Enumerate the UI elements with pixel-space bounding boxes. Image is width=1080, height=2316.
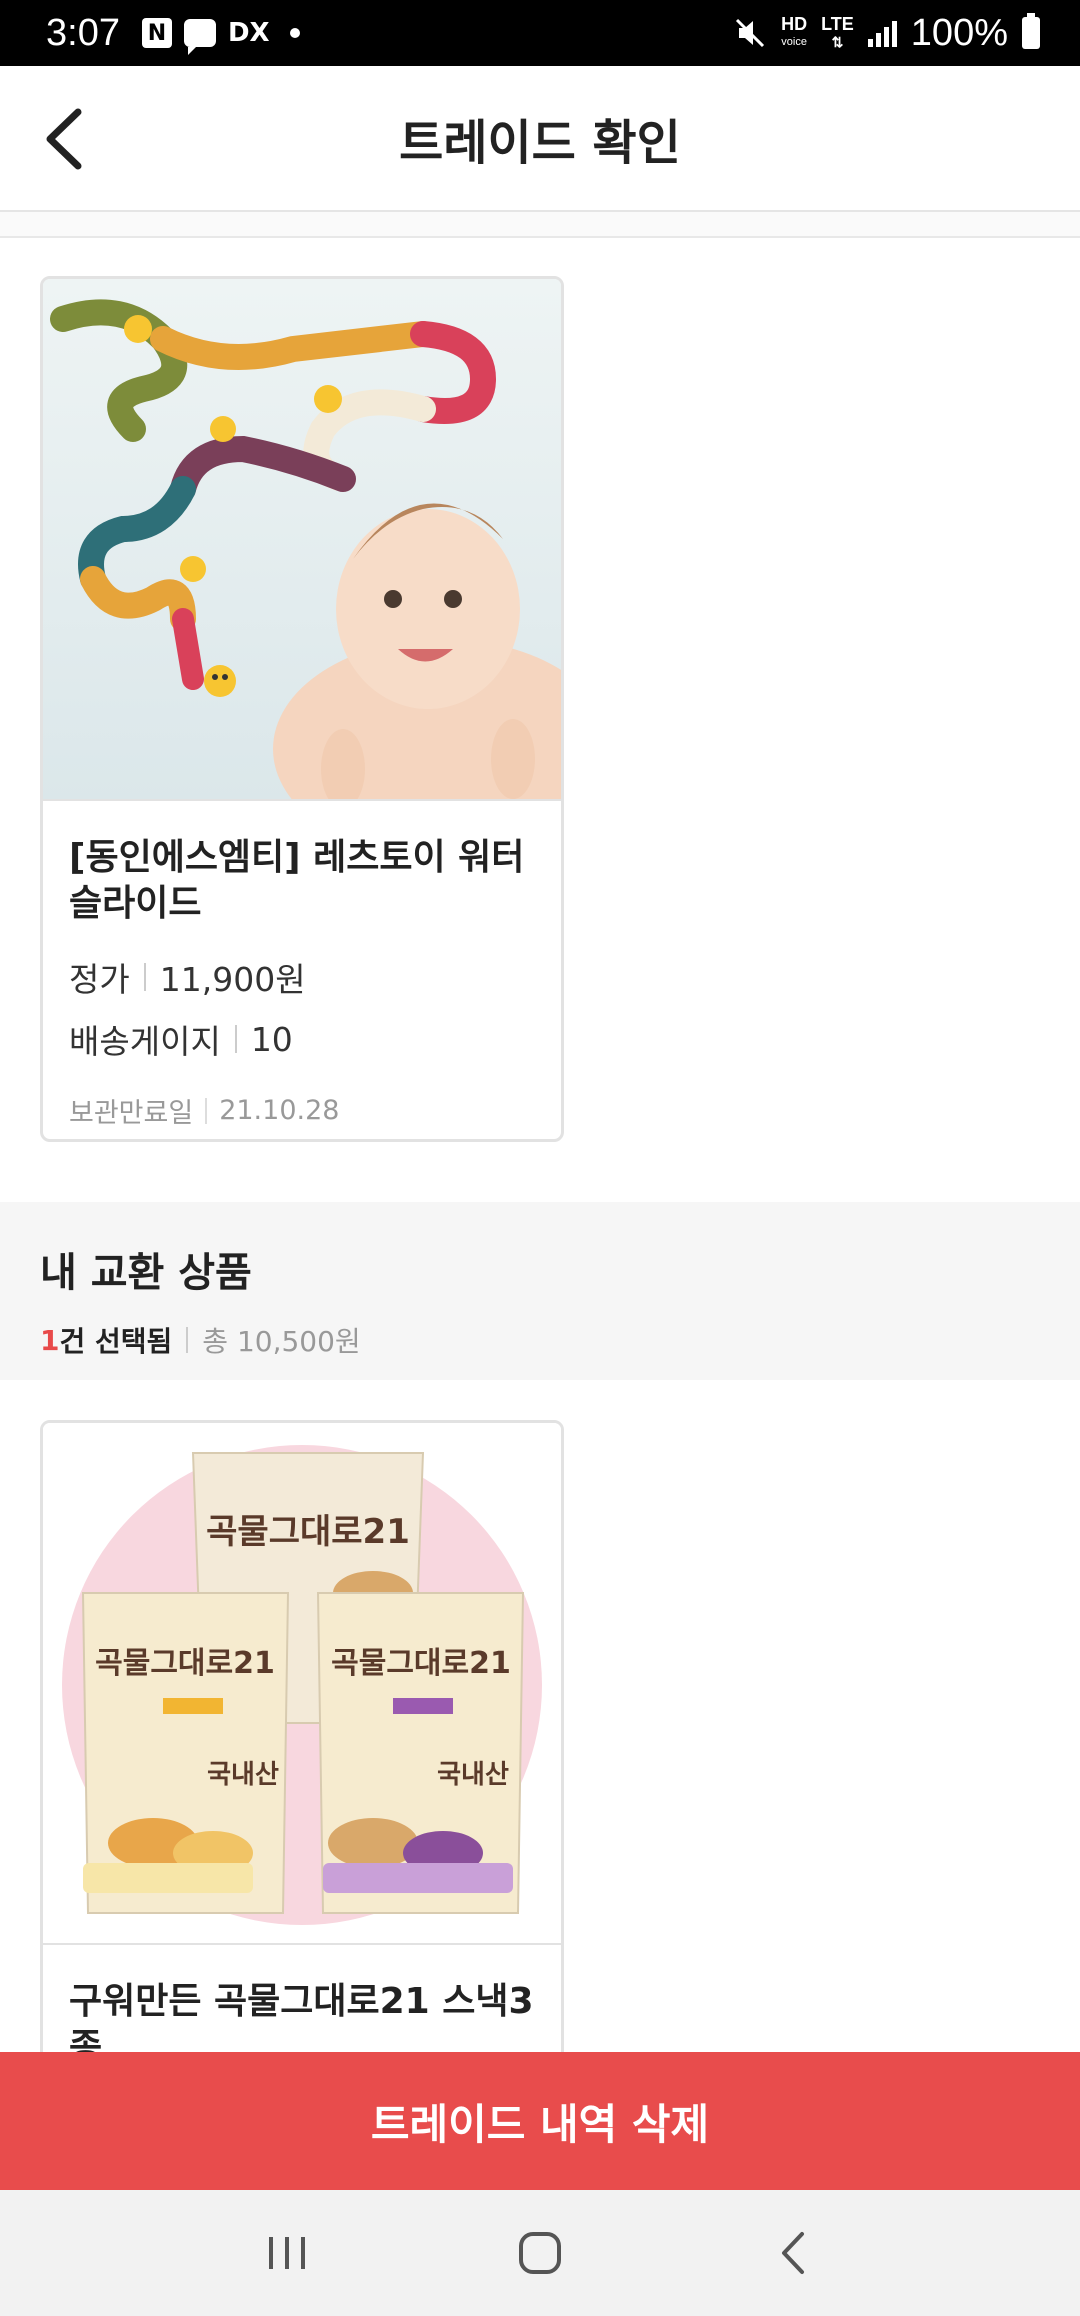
header-divider [0, 212, 1080, 238]
status-time: 3:07 [46, 11, 120, 54]
hd-label: HD [781, 14, 808, 34]
expiry-label: 보관만료일 [69, 1098, 194, 1129]
trade-product-card[interactable]: [동인에스엠티] 레츠토이 워터슬라이드 정가 11,900원 배송게이지 10… [40, 276, 564, 1142]
system-nav-bar [0, 2190, 1080, 2316]
my-exchange-section: 내 교환 상품 1 건 선택됨 총 10,500원 [0, 1202, 1080, 1380]
mute-icon [736, 18, 765, 48]
selection-summary: 1 건 선택됨 총 10,500원 [40, 1320, 1040, 1360]
more-notifications-dot-icon [289, 28, 300, 38]
price-label: 정가 [69, 960, 130, 999]
hd-voice-icon: HD voice [781, 15, 807, 51]
divider [234, 1025, 237, 1053]
product-image-grain-snack: 곡물그대로21 곡물그대로21 국내산 곡물그대로21 국내산 [43, 1423, 561, 1945]
divider [205, 1097, 208, 1124]
shipping-gauge-label: 배송게이지 [69, 1022, 221, 1061]
shipping-gauge-row: 배송게이지 10 [69, 1015, 535, 1063]
app-header: 트레이드 확인 [0, 66, 1080, 212]
svg-text:곡물그대로21: 곡물그대로21 [206, 1512, 410, 1552]
price-value: 11,900원 [159, 960, 306, 999]
expiry-row: 보관만료일 21.10.28 [69, 1091, 535, 1130]
divider [186, 1327, 189, 1353]
shipping-gauge-value: 10 [250, 1019, 293, 1059]
trade-product-details: [동인에스엠티] 레츠토이 워터슬라이드 정가 11,900원 배송게이지 10… [43, 801, 561, 1139]
home-icon [518, 2232, 561, 2274]
system-back-button[interactable] [748, 2208, 838, 2298]
naver-notification-icon: N [141, 18, 172, 48]
message-notification-icon [183, 19, 216, 55]
selected-total: 총 10,500원 [202, 1325, 361, 1358]
water-slide-illustration [43, 279, 561, 799]
recent-apps-button[interactable] [242, 2208, 332, 2298]
price-row: 정가 11,900원 [69, 953, 535, 1001]
lte-icon: LTE ⇅ [821, 15, 854, 51]
selected-label: 건 선택됨 [59, 1325, 173, 1358]
home-button[interactable] [495, 2208, 585, 2298]
divider [143, 963, 146, 991]
lte-arrows: ⇅ [831, 34, 844, 50]
product-image-water-slide [43, 279, 561, 801]
signal-icon [867, 19, 897, 47]
grain-snack-illustration: 곡물그대로21 곡물그대로21 국내산 곡물그대로21 국내산 [43, 1423, 561, 1943]
lte-label: LTE [821, 14, 854, 34]
svg-text:국내산: 국내산 [207, 1760, 279, 1790]
expiry-value: 21.10.28 [219, 1095, 340, 1126]
battery-icon [1022, 13, 1040, 49]
status-bar: 3:07 N DX HD voice LTE ⇅ 100% [0, 0, 1080, 66]
svg-text:국내산: 국내산 [437, 1760, 509, 1790]
page-title: 트레이드 확인 [399, 115, 681, 171]
voice-label: voice [781, 36, 807, 48]
product-title: [동인에스엠티] 레츠토이 워터슬라이드 [69, 837, 525, 924]
svg-text:곡물그대로21: 곡물그대로21 [331, 1646, 511, 1681]
section-title: 내 교환 상품 [40, 1250, 252, 1296]
chevron-left-icon [782, 2232, 805, 2274]
selected-count: 1 [40, 1323, 60, 1357]
notification-icons: N DX [141, 18, 300, 55]
svg-text:곡물그대로21: 곡물그대로21 [95, 1646, 275, 1681]
recent-apps-icon [268, 2237, 305, 2269]
chevron-left-icon [46, 108, 82, 170]
battery-percent: 100% [910, 11, 1008, 54]
my-product-card[interactable]: 곡물그대로21 곡물그대로21 국내산 곡물그대로21 국내산 구워만든 곡물그… [40, 1420, 564, 2120]
delete-trade-button[interactable]: 트레이드 내역 삭제 [0, 2052, 1080, 2190]
back-button[interactable] [30, 104, 100, 174]
system-icons: HD voice LTE ⇅ 100% [733, 12, 1040, 55]
dx-notification-icon: DX [227, 18, 270, 48]
